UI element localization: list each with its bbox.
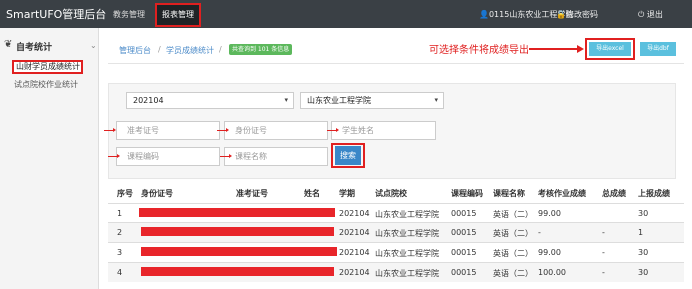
- col-course-code-header: 课程编码: [451, 189, 483, 198]
- breadcrumb-divider: [108, 63, 684, 64]
- cell-term: 202104: [339, 268, 370, 277]
- cell-index: 4: [117, 268, 123, 277]
- cell-homework-score: 99.00: [538, 209, 561, 218]
- export-excel-button[interactable]: 导出excel: [589, 42, 631, 56]
- change-password-link[interactable]: 🔒修改密码: [556, 9, 598, 20]
- sidebar-section-self-exam[interactable]: ❦ 自考统计: [4, 39, 53, 53]
- col-id-number-header: 身份证号: [141, 189, 173, 198]
- col-homework-score-header: 考核作业成绩: [538, 189, 586, 198]
- sidebar-item-school-homework[interactable]: 试点院校作业统计: [14, 79, 78, 90]
- table-row: 2 202104 山东农业工程学院 00015 英语（二） - - 1: [108, 222, 684, 242]
- annotation-arrow: [529, 48, 579, 50]
- breadcrumb-admin[interactable]: 管理后台: [119, 45, 151, 56]
- cell-index: 3: [117, 248, 123, 257]
- cell-reported-score: 30: [638, 268, 649, 277]
- input-pointer-arrowhead: [226, 128, 229, 132]
- chevron-down-icon[interactable]: ⌄: [90, 41, 97, 50]
- id-number-input[interactable]: 身份证号: [224, 121, 328, 140]
- cell-course-code: 00015: [451, 228, 477, 237]
- school-select[interactable]: 山东农业工程学院 ▾: [300, 92, 444, 109]
- cell-homework-score: 99.00: [538, 248, 561, 257]
- input-pointer-arrow: [108, 156, 117, 157]
- cell-homework-score: 100.00: [538, 268, 566, 277]
- input-pointer-arrow: [217, 130, 226, 131]
- student-name-input[interactable]: 学生姓名: [331, 121, 436, 140]
- cell-course-name: 英语（二）: [493, 269, 533, 278]
- input-pointer-arrowhead: [229, 154, 232, 158]
- chevron-down-icon: ▾: [434, 96, 438, 104]
- col-term-header: 学期: [339, 189, 355, 198]
- redaction-bar: [139, 208, 335, 217]
- breadcrumb-separator: /: [219, 45, 222, 54]
- school-select-value: 山东农业工程学院: [307, 96, 371, 105]
- cell-term: 202104: [339, 248, 370, 257]
- sidebar-section-label: 自考统计: [16, 43, 53, 53]
- sidebar: ❦ 自考统计 ⌄ 山财学员成绩统计 试点院校作业统计: [0, 28, 99, 289]
- table-row: 4 202104 山东农业工程学院 00015 英语（二） 100.00 - 3…: [108, 262, 684, 282]
- input-pointer-arrow: [327, 130, 336, 131]
- input-pointer-arrow: [220, 156, 229, 157]
- export-dbf-button[interactable]: 导出dbf: [640, 42, 676, 56]
- cell-total-score: -: [602, 228, 605, 237]
- breadcrumb-student-scores[interactable]: 学员成绩统计: [166, 45, 214, 56]
- exam-number-input[interactable]: 准考证号: [116, 121, 220, 140]
- cell-course-name: 英语（二）: [493, 210, 533, 219]
- input-pointer-arrowhead: [336, 128, 339, 132]
- input-pointer-arrowhead: [113, 128, 116, 132]
- leaf-icon: ❦: [4, 39, 13, 50]
- input-pointer-arrowhead: [117, 154, 120, 158]
- cell-school: 山东农业工程学院: [375, 249, 439, 258]
- table-row: 1 202104 山东农业工程学院 00015 英语（二） 99.00 30: [108, 203, 684, 223]
- cell-school: 山东农业工程学院: [375, 229, 439, 238]
- cell-homework-score: -: [538, 228, 541, 237]
- cell-total-score: -: [602, 248, 605, 257]
- input-pointer-arrow: [104, 130, 113, 131]
- cell-course-code: 00015: [451, 248, 477, 257]
- cell-term: 202104: [339, 209, 370, 218]
- top-navbar: SmartUFO管理后台 教务管理 报表管理 👤0115山东农业工程学院 🔒修改…: [0, 0, 692, 28]
- breadcrumb-separator: /: [158, 45, 161, 54]
- cell-reported-score: 30: [638, 209, 649, 218]
- col-course-name-header: 课程名称: [493, 189, 525, 198]
- redaction-bar: [141, 227, 334, 236]
- col-school-header: 试点院校: [375, 189, 407, 198]
- export-annotation-note: 可选择条件将成绩导出: [429, 45, 529, 56]
- cell-term: 202104: [339, 228, 370, 237]
- col-exam-number-header: 准考证号: [236, 189, 268, 198]
- term-select[interactable]: 202104 ▾: [126, 92, 294, 109]
- course-code-input[interactable]: 课程编码: [116, 147, 220, 166]
- cell-course-name: 英语（二）: [493, 229, 533, 238]
- cell-course-code: 00015: [451, 268, 477, 277]
- col-name-header: 姓名: [304, 189, 320, 198]
- nav-report-management[interactable]: 报表管理: [155, 3, 201, 27]
- cell-reported-score: 30: [638, 248, 649, 257]
- sidebar-item-student-scores[interactable]: 山财学员成绩统计: [12, 60, 83, 74]
- cell-course-name: 英语（二）: [493, 249, 533, 258]
- result-count-badge: 共查询到 101 条信息: [229, 44, 293, 55]
- cell-school: 山东农业工程学院: [375, 269, 439, 278]
- redaction-bar: [141, 267, 334, 276]
- col-total-score-header: 总成绩: [602, 189, 626, 198]
- col-index-header: 序号: [117, 189, 133, 198]
- cell-index: 2: [117, 228, 123, 237]
- term-select-value: 202104: [133, 96, 164, 105]
- table-header: 序号 身份证号 准考证号 姓名 学期 试点院校 课程编码 课程名称 考核作业成绩…: [108, 184, 684, 202]
- chevron-down-icon: ▾: [284, 96, 288, 104]
- cell-reported-score: 1: [638, 228, 644, 237]
- cell-school: 山东农业工程学院: [375, 210, 439, 219]
- cell-total-score: -: [602, 268, 605, 277]
- nav-academic-management[interactable]: 教务管理: [113, 9, 145, 20]
- annotation-arrowhead: [577, 45, 584, 53]
- col-reported-score-header: 上报成绩: [638, 189, 670, 198]
- redaction-bar: [141, 247, 337, 256]
- brand-title: SmartUFO管理后台: [6, 8, 107, 21]
- course-name-input[interactable]: 课程名称: [224, 147, 328, 166]
- logout-link[interactable]: ⏻ 退出: [638, 9, 663, 20]
- cell-course-code: 00015: [451, 209, 477, 218]
- table-row: 3 202104 山东农业工程学院 00015 英语（二） 99.00 - 30: [108, 242, 684, 262]
- search-button[interactable]: 搜索: [335, 146, 361, 165]
- cell-index: 1: [117, 209, 123, 218]
